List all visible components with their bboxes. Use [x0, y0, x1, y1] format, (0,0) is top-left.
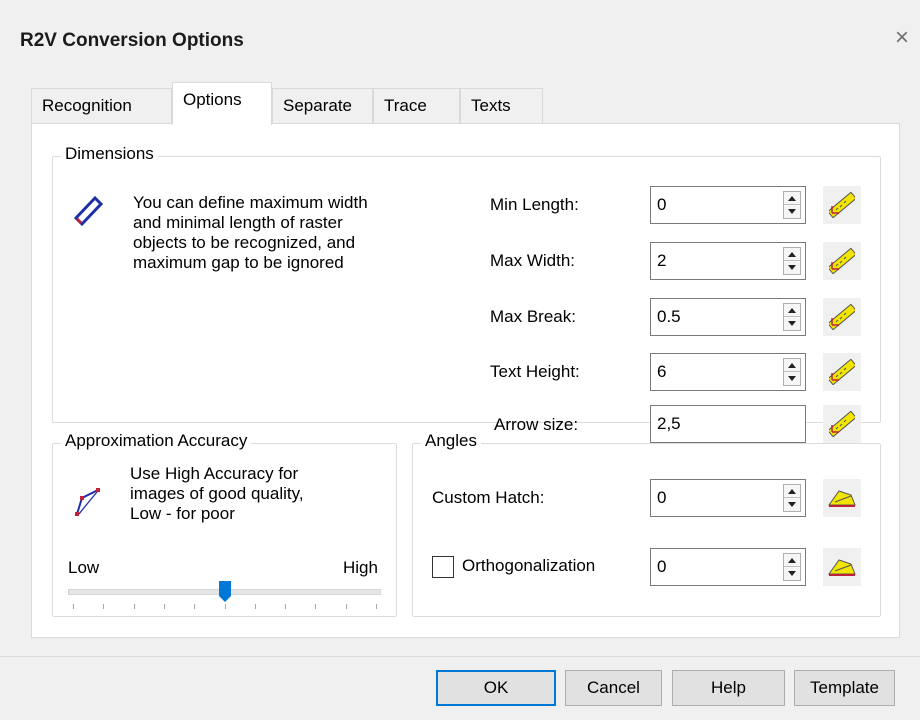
ruler-icon: [829, 411, 855, 437]
slider-tick: [315, 604, 317, 609]
max-width-spinner[interactable]: [783, 247, 801, 275]
slider-tick: [73, 604, 74, 609]
slider-tick: [254, 604, 256, 609]
accuracy-legend: Approximation Accuracy: [61, 431, 252, 451]
arrow-size-field[interactable]: [650, 405, 806, 443]
title-bar: R2V Conversion Options ×: [0, 0, 920, 80]
ruler-icon: [829, 359, 855, 385]
options-panel: Dimensions You can define maximum width …: [31, 123, 900, 638]
slider-tick: [103, 604, 105, 609]
dimensions-legend: Dimensions: [61, 144, 158, 164]
accuracy-group: Approximation Accuracy Use High Accuracy…: [52, 431, 397, 617]
custom-hatch-angle-button[interactable]: [823, 479, 861, 517]
min-length-ruler-button[interactable]: [823, 186, 861, 224]
spin-up-icon[interactable]: [784, 554, 800, 567]
arrow-size-input[interactable]: [651, 406, 805, 442]
orthogonalization-spinner[interactable]: [783, 553, 801, 581]
spin-up-icon[interactable]: [784, 192, 800, 205]
slider-tick: [194, 604, 196, 609]
protractor-icon: [828, 490, 856, 507]
tab-separate[interactable]: Separate: [272, 88, 373, 124]
spin-down-icon[interactable]: [784, 205, 800, 218]
spin-down-icon[interactable]: [784, 498, 800, 511]
orthogonalization-label[interactable]: Orthogonalization: [462, 556, 595, 576]
orthogonalization-angle-button[interactable]: [823, 548, 861, 586]
max-width-field[interactable]: [650, 242, 806, 280]
polyline-icon: [73, 486, 103, 523]
tab-recognition[interactable]: Recognition: [31, 88, 172, 124]
ruler-icon: [829, 304, 855, 330]
template-button[interactable]: Template: [794, 670, 895, 706]
close-icon[interactable]: ×: [895, 26, 909, 50]
custom-hatch-input[interactable]: [651, 480, 777, 516]
orthogonalization-checkbox[interactable]: [432, 556, 454, 578]
text-height-label: Text Height:: [490, 362, 580, 381]
orthogonalization-input[interactable]: [651, 549, 777, 585]
arrow-size-label: Arrow size:: [494, 415, 579, 434]
slider-tick: [163, 604, 165, 609]
max-break-field[interactable]: [650, 298, 806, 336]
angles-legend: Angles: [421, 431, 481, 451]
max-break-spinner[interactable]: [783, 303, 801, 331]
min-length-input[interactable]: [651, 187, 777, 223]
max-width-ruler-button[interactable]: [823, 242, 861, 280]
ok-button[interactable]: OK: [436, 670, 556, 706]
orthogonalization-field[interactable]: [650, 548, 806, 586]
accuracy-slider-thumb[interactable]: [218, 581, 231, 603]
slider-tick: [133, 604, 135, 609]
slider-tick: [345, 604, 347, 609]
angles-group: Angles Custom Hatch: Orthogonalization: [412, 431, 881, 617]
tab-options[interactable]: Options: [172, 82, 272, 125]
high-label: High: [343, 558, 378, 577]
spin-up-icon[interactable]: [784, 248, 800, 261]
dialog-title: R2V Conversion Options: [20, 30, 244, 51]
spin-up-icon[interactable]: [784, 359, 800, 372]
custom-hatch-spinner[interactable]: [783, 484, 801, 512]
text-height-spinner[interactable]: [783, 358, 801, 386]
tab-trace[interactable]: Trace: [373, 88, 460, 124]
cancel-button[interactable]: Cancel: [565, 670, 662, 706]
footer-separator: [0, 656, 920, 657]
spin-down-icon[interactable]: [784, 567, 800, 580]
spin-down-icon[interactable]: [784, 261, 800, 274]
max-break-ruler-button[interactable]: [823, 298, 861, 336]
spin-down-icon[interactable]: [784, 317, 800, 330]
tab-texts[interactable]: Texts: [460, 88, 543, 124]
text-height-field[interactable]: [650, 353, 806, 391]
dimensions-group: Dimensions You can define maximum width …: [52, 144, 881, 443]
max-width-label: Max Width:: [490, 251, 576, 270]
spin-down-icon[interactable]: [784, 372, 800, 385]
line-segment-icon: [73, 195, 104, 234]
spin-up-icon[interactable]: [784, 304, 800, 317]
ruler-icon: [829, 248, 855, 274]
arrow-size-ruler-button[interactable]: [823, 405, 861, 443]
text-height-ruler-button[interactable]: [823, 353, 861, 391]
dimensions-description: You can define maximum width and minimal…: [133, 193, 368, 272]
custom-hatch-field[interactable]: [650, 479, 806, 517]
accuracy-description: Use High Accuracy for images of good qua…: [130, 464, 304, 523]
slider-tick: [376, 604, 377, 609]
text-height-input[interactable]: [651, 354, 777, 390]
custom-hatch-label: Custom Hatch:: [432, 488, 545, 507]
slider-tick: [285, 604, 287, 609]
max-break-input[interactable]: [651, 299, 777, 335]
ruler-icon: [829, 192, 855, 218]
protractor-icon: [828, 559, 856, 576]
min-length-spinner[interactable]: [783, 191, 801, 219]
help-button[interactable]: Help: [672, 670, 785, 706]
slider-tick: [224, 604, 226, 609]
max-width-input[interactable]: [651, 243, 777, 279]
min-length-field[interactable]: [650, 186, 806, 224]
low-label: Low: [68, 558, 100, 577]
spin-up-icon[interactable]: [784, 485, 800, 498]
max-break-label: Max Break:: [490, 307, 576, 326]
min-length-label: Min Length:: [490, 195, 579, 214]
